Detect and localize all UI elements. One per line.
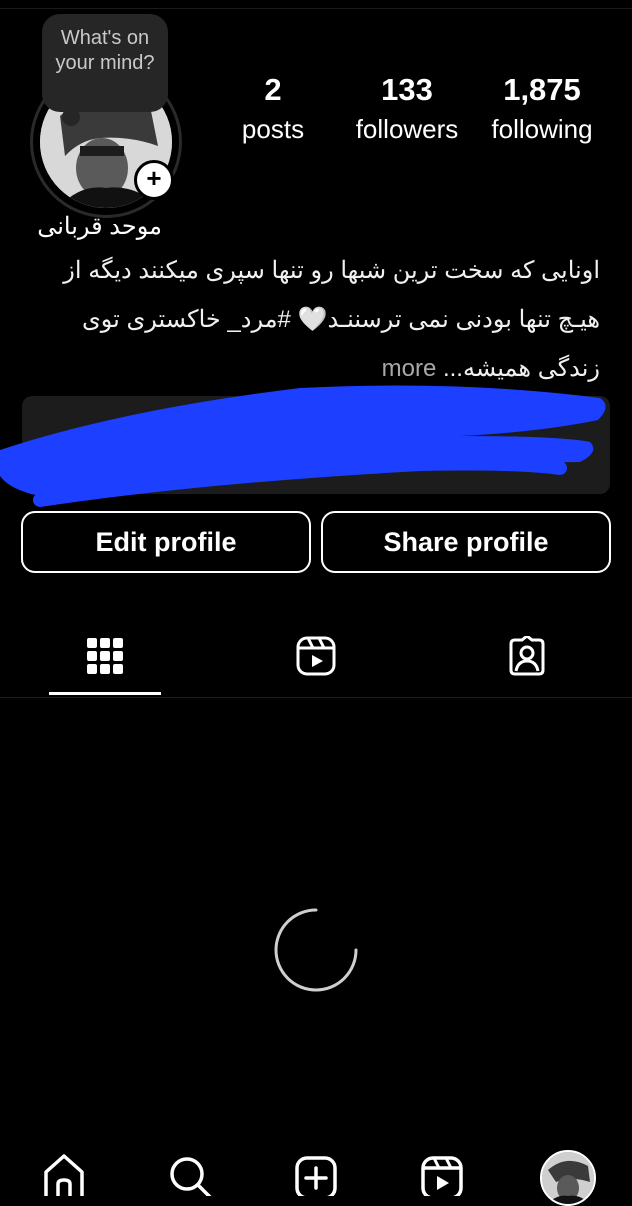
- redaction-scribble: [0, 385, 606, 507]
- search-icon: [170, 1157, 212, 1196]
- nav-search[interactable]: [166, 1152, 214, 1200]
- reels-icon: [421, 1156, 463, 1196]
- active-tab-indicator: [49, 692, 161, 695]
- note-tail: [62, 108, 80, 126]
- tab-reels[interactable]: [292, 632, 340, 680]
- profile-avatar[interactable]: [540, 1150, 596, 1206]
- add-story-button[interactable]: +: [134, 160, 174, 200]
- share-profile-button[interactable]: Share profile: [321, 511, 611, 573]
- nav-create[interactable]: [292, 1152, 340, 1200]
- tab-grid[interactable]: [81, 632, 129, 680]
- followers-count[interactable]: 133 followers: [344, 72, 470, 145]
- tab-divider: [0, 697, 632, 698]
- followers-label: followers: [355, 114, 459, 144]
- home-icon: [44, 1154, 84, 1196]
- grid-icon: [87, 638, 123, 674]
- profile-name: موحد قربانی: [37, 213, 162, 240]
- reels-icon: [296, 636, 336, 676]
- following-label: following: [491, 114, 593, 144]
- following-count[interactable]: 1,875 following: [480, 72, 604, 145]
- top-divider: [0, 8, 632, 9]
- edit-profile-button[interactable]: Edit profile: [21, 511, 311, 573]
- tagged-icon: [509, 636, 545, 676]
- note-text: What's on your mind?: [55, 27, 155, 74]
- bio-more-link[interactable]: more: [382, 355, 437, 382]
- posts-count: 2 posts: [222, 72, 324, 145]
- loading-spinner-icon: [274, 908, 358, 992]
- nav-reels[interactable]: [418, 1152, 466, 1200]
- profile-bio: اونایی که سخت ترین شبها رو تنها سپری میک…: [28, 246, 600, 393]
- create-icon: [295, 1156, 337, 1196]
- following-value: 1,875: [503, 72, 581, 107]
- posts-label: posts: [241, 114, 305, 144]
- posts-value: 2: [264, 72, 282, 107]
- tab-tagged[interactable]: [503, 632, 551, 680]
- note-bubble[interactable]: What's on your mind?: [42, 14, 168, 126]
- nav-home[interactable]: [40, 1152, 88, 1200]
- bio-text: اونایی که سخت ترین شبها رو تنها سپری میک…: [63, 257, 600, 382]
- avatar-thumbnail: [542, 1152, 594, 1204]
- followers-value: 133: [381, 72, 433, 107]
